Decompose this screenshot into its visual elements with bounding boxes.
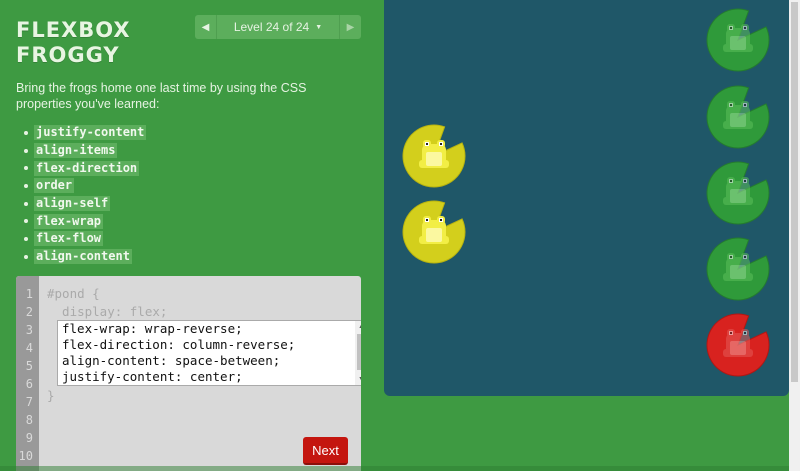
frog-icon (402, 200, 466, 264)
code-line-display: display: flex; (47, 304, 168, 319)
scroll-up-icon[interactable]: ▲ (355, 321, 361, 332)
input-scrollbar[interactable]: ▲ ▼ (355, 321, 361, 385)
list-item: align-content (23, 248, 146, 266)
lilypad-green (706, 85, 770, 149)
frog-yellow (402, 124, 466, 188)
code-line-selector: #pond { (47, 286, 100, 301)
frog-yellow (402, 200, 466, 264)
property-code[interactable]: flex-flow (34, 231, 104, 247)
page-scrollbar[interactable] (789, 0, 800, 471)
bottom-edge (0, 466, 789, 471)
lilypad-red (706, 313, 770, 377)
list-item: align-items (23, 142, 146, 160)
list-item: justify-content (23, 124, 147, 142)
list-item: order (23, 177, 146, 195)
css-code-input-value[interactable]: flex-wrap: wrap-reverse; flex-direction:… (62, 321, 352, 385)
line-number-gutter: 1 2 3 4 5 6 7 8 9 10 (16, 276, 39, 471)
property-code[interactable]: order (34, 178, 75, 194)
line-number: 1 (25, 287, 33, 301)
lilypad-icon (706, 8, 770, 72)
property-code[interactable]: align-self (34, 196, 111, 212)
app-logo: FLEXBOX FROGGY (16, 18, 131, 68)
line-number: 8 (25, 413, 33, 427)
pond-board (384, 0, 789, 396)
caret-down-icon: ▼ (315, 23, 323, 31)
scroll-down-icon[interactable]: ▼ (355, 374, 361, 385)
lilypad-icon (706, 85, 770, 149)
property-code[interactable]: flex-direction (34, 160, 140, 176)
line-number: 9 (25, 431, 33, 445)
frog-icon (402, 124, 466, 188)
property-code[interactable]: align-items (34, 143, 118, 159)
logo-line-1: FLEXBOX (16, 18, 131, 42)
property-code[interactable]: align-content (34, 249, 132, 265)
line-number: 2 (25, 305, 33, 319)
line-number: 4 (25, 341, 33, 355)
line-number: 6 (25, 377, 33, 391)
triangle-left-icon[interactable]: ◀ (195, 15, 217, 39)
instructions-text: Bring the frogs home one last time by us… (16, 81, 307, 111)
property-code[interactable]: flex-wrap (34, 213, 104, 229)
logo-line-2: FROGGY (16, 43, 120, 67)
lilypad-icon (706, 313, 770, 377)
list-item: align-self (23, 195, 146, 213)
level-navigator: ◀ Level 24 of 24 ▼ ▶ (195, 15, 361, 39)
list-item: flex-flow (23, 230, 146, 248)
lilypad-green (706, 8, 770, 72)
lilypad-green (706, 161, 770, 225)
line-number: 7 (25, 395, 33, 409)
line-number: 3 (25, 323, 33, 337)
code-line-closing-brace: } (47, 388, 55, 403)
lilypad-icon (706, 237, 770, 301)
level-indicator-label: Level 24 of 24 (233, 20, 310, 34)
css-code-input[interactable]: flex-wrap: wrap-reverse; flex-direction:… (57, 320, 361, 386)
list-item: flex-direction (23, 159, 146, 177)
lilypad-icon (706, 161, 770, 225)
level-dropdown[interactable]: Level 24 of 24 ▼ (217, 15, 339, 39)
sidebar: FLEXBOX FROGGY ◀ Level 24 of 24 ▼ ▶ Brin… (0, 0, 384, 471)
line-number: 10 (18, 449, 33, 463)
line-number: 5 (25, 359, 33, 373)
scrollbar-thumb[interactable] (357, 334, 361, 370)
triangle-right-icon[interactable]: ▶ (339, 15, 361, 39)
page-scrollbar-thumb[interactable] (791, 2, 798, 382)
lilypad-green (706, 237, 770, 301)
property-code[interactable]: justify-content (34, 125, 147, 141)
next-button[interactable]: Next (303, 437, 348, 465)
properties-list: justify-content align-items flex-directi… (23, 124, 147, 266)
list-item: flex-wrap (23, 212, 146, 230)
